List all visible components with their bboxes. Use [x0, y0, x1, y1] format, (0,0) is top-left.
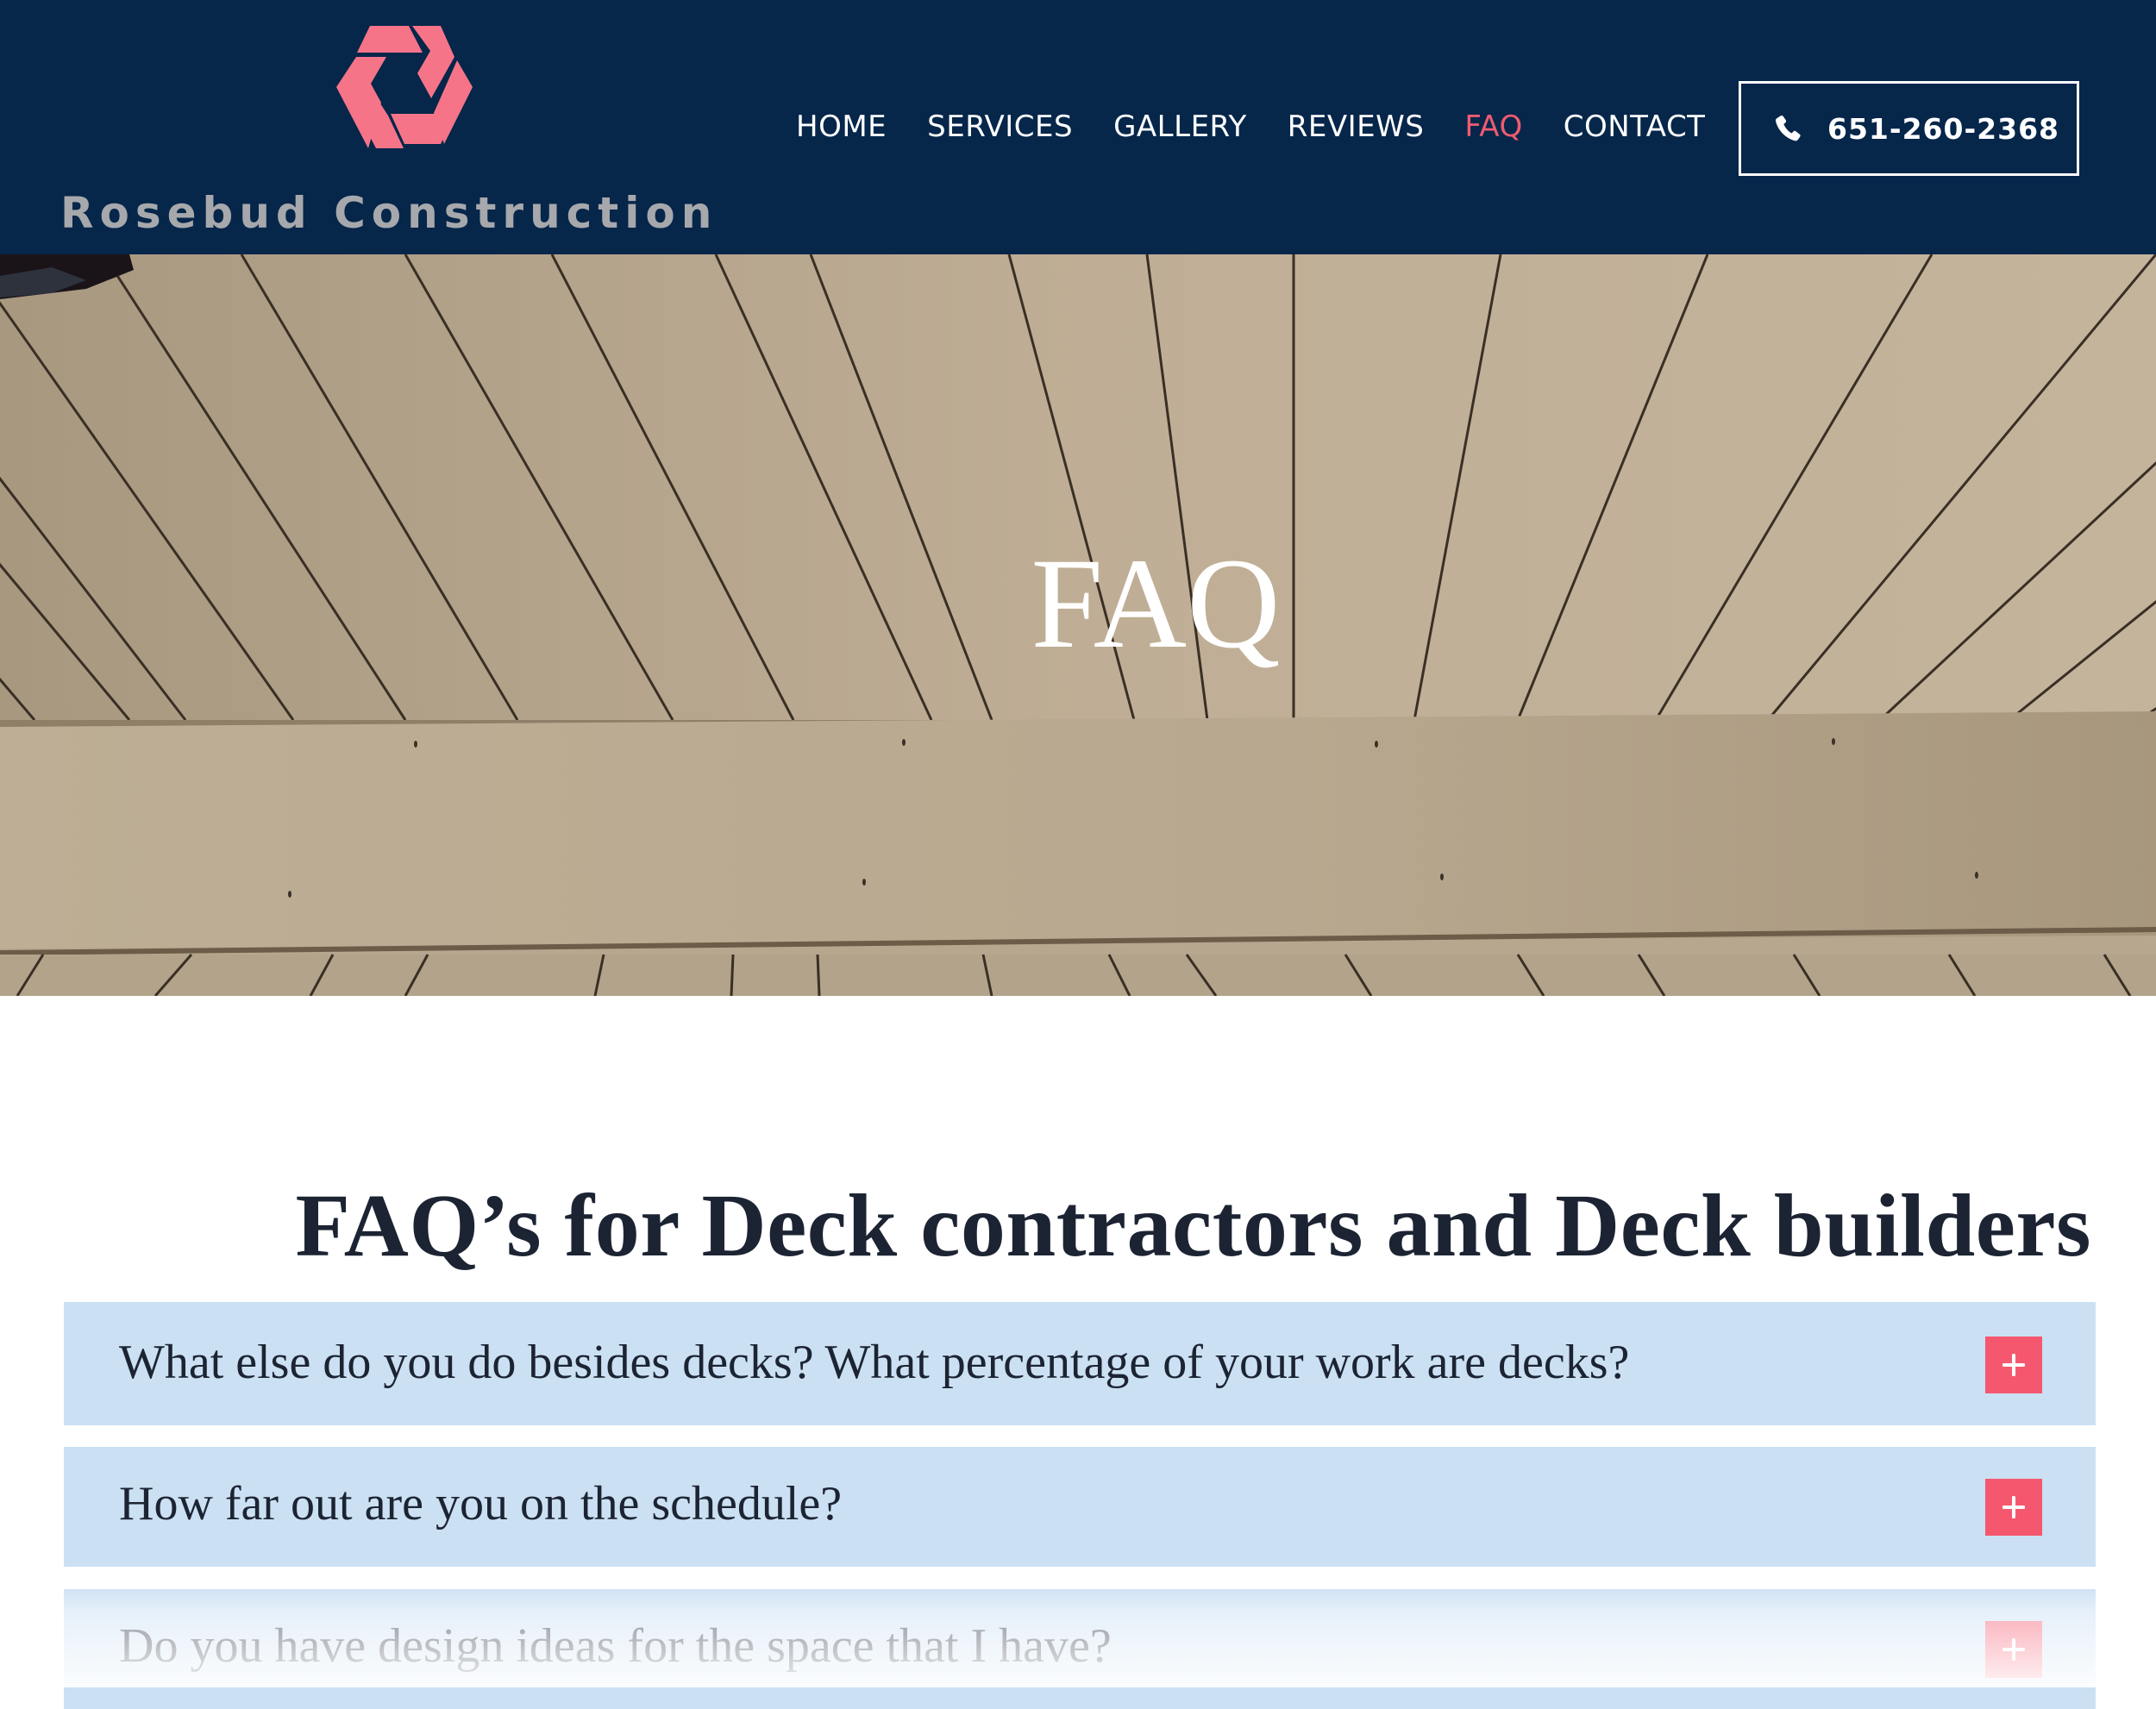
page-heading: FAQ’s for Deck contractors and Deck buil… [295, 1175, 2091, 1275]
phone-number: 651-260-2368 [1827, 111, 2060, 146]
faq-accordion-item[interactable]: Do you have design ideas for the space t… [64, 1589, 2096, 1709]
deck-seam [730, 954, 735, 996]
expand-button[interactable] [1985, 1337, 2042, 1393]
site-header: Rosebud Construction HOME SERVICES GALLE… [0, 0, 2156, 254]
hero-title: FAQ [1031, 532, 1281, 675]
faq-accordion-item[interactable]: How far out are you on the schedule? [64, 1447, 2096, 1567]
expand-button[interactable] [1985, 1479, 2042, 1536]
faq-question: What else do you do besides decks? What … [119, 1336, 1630, 1389]
nav-home[interactable]: HOME [796, 110, 887, 144]
nav-contact[interactable]: CONTACT [1564, 110, 1706, 144]
hexagon-logo-icon [336, 26, 473, 148]
main-nav: HOME SERVICES GALLERY REVIEWS FAQ CONTAC… [796, 105, 1705, 148]
faq-accordion-item[interactable]: What else do you do besides decks? What … [64, 1302, 2096, 1425]
phone-call-button[interactable]: 651-260-2368 [1739, 81, 2079, 176]
logo-link[interactable]: Rosebud Construction [52, 24, 711, 240]
plus-icon [2002, 1496, 2025, 1518]
plus-icon [2002, 1638, 2025, 1661]
brand-name: Rosebud Construction [60, 188, 718, 238]
nav-reviews[interactable]: REVIEWS [1288, 110, 1425, 144]
nav-gallery[interactable]: GALLERY [1113, 110, 1247, 144]
nav-faq[interactable]: FAQ [1464, 110, 1522, 144]
hero-banner: FAQ [0, 254, 2156, 996]
plus-icon [2002, 1354, 2025, 1376]
faq-question: Do you have design ideas for the space t… [119, 1619, 1112, 1673]
phone-icon [1772, 112, 1803, 145]
deck-seam [816, 954, 821, 996]
nav-services[interactable]: SERVICES [927, 110, 1073, 144]
faq-question: How far out are you on the schedule? [119, 1477, 843, 1531]
expand-button[interactable] [1985, 1621, 2042, 1678]
